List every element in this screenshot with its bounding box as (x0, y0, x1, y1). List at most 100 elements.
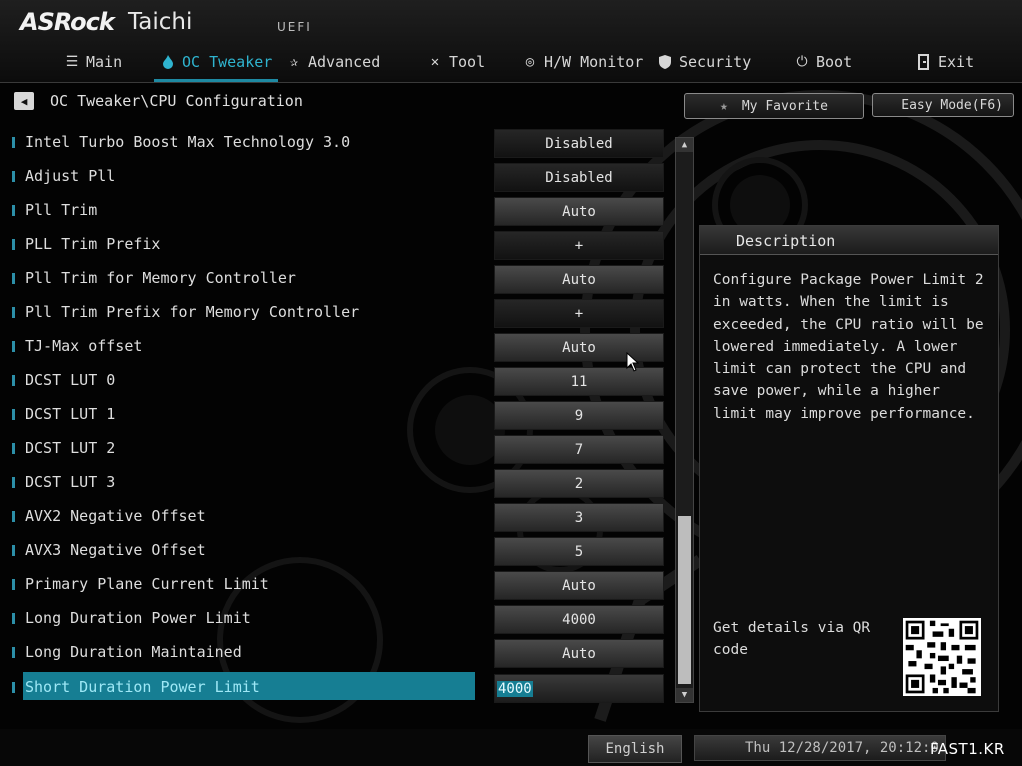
tab-exit[interactable]: Exit (916, 44, 974, 80)
mouse-cursor-icon (626, 352, 640, 372)
setting-row[interactable]: Pll Trim for Memory Controller Auto (8, 263, 668, 294)
row-marker (12, 613, 15, 624)
flame-icon (160, 54, 176, 70)
row-marker (12, 511, 15, 522)
setting-row[interactable]: DCST LUT 3 2 (8, 467, 668, 498)
setting-row[interactable]: Primary Plane Current Limit Auto (8, 569, 668, 600)
tab-tool[interactable]: ✕ Tool (427, 44, 485, 80)
row-marker (12, 375, 15, 386)
setting-row[interactable]: TJ-Max offset Auto (8, 331, 668, 362)
brand-logo: ASRock (20, 8, 115, 36)
easy-mode-button[interactable]: Easy Mode(F6) (872, 93, 1014, 117)
tab-label: Advanced (308, 53, 381, 71)
star-icon: ★ (720, 98, 728, 114)
setting-value[interactable]: 2 (494, 469, 664, 498)
setting-label: DCST LUT 1 (25, 405, 116, 423)
setting-value[interactable]: 5 (494, 537, 664, 566)
setting-value[interactable]: + (494, 231, 664, 260)
back-button[interactable]: ◀ (14, 92, 34, 110)
setting-row[interactable]: Intel Turbo Boost Max Technology 3.0 Dis… (8, 127, 668, 158)
row-marker (12, 682, 15, 693)
setting-label: AVX2 Negative Offset (25, 507, 206, 525)
datetime-display: Thu 12/28/2017, 20:12:0 (694, 735, 946, 761)
setting-row[interactable]: DCST LUT 1 9 (8, 399, 668, 430)
tab-advanced[interactable]: ✰ Advanced (286, 44, 380, 80)
description-title: Description (736, 232, 836, 250)
setting-value[interactable]: Disabled (494, 129, 664, 158)
setting-value[interactable]: Auto (494, 197, 664, 226)
breadcrumb-text: OC Tweaker\CPU Configuration (50, 92, 303, 110)
tab-label: OC Tweaker (182, 53, 273, 71)
setting-label: Pll Trim Prefix for Memory Controller (25, 303, 360, 321)
tab-label: Boot (816, 53, 853, 71)
row-marker (12, 307, 15, 318)
row-marker (12, 477, 15, 488)
setting-value[interactable]: 3 (494, 503, 664, 532)
setting-value[interactable]: Auto (494, 265, 664, 294)
setting-label: Adjust Pll (25, 167, 116, 185)
setting-value[interactable]: Auto (494, 571, 664, 600)
row-marker (12, 137, 15, 148)
setting-label: Pll Trim for Memory Controller (25, 269, 296, 287)
setting-row[interactable]: DCST LUT 0 11 (8, 365, 668, 396)
setting-label: AVX3 Negative Offset (25, 541, 206, 559)
my-favorite-label: My Favorite (741, 98, 828, 114)
tab-label: Tool (449, 53, 486, 71)
setting-label: DCST LUT 3 (25, 473, 116, 491)
setting-value[interactable]: Disabled (494, 163, 664, 192)
header-bar: ASRock Taichi UEFI ☰ Main OC Tweaker ✰ A… (0, 0, 1022, 83)
scroll-up-icon[interactable]: ▲ (676, 138, 693, 152)
row-marker (12, 239, 15, 250)
tab-label: Security (679, 53, 752, 71)
row-marker (12, 443, 15, 454)
row-marker (12, 409, 15, 420)
description-header: Description (700, 226, 998, 255)
setting-row[interactable]: PLL Trim Prefix + (8, 229, 668, 260)
setting-value[interactable]: 9 (494, 401, 664, 430)
easy-mode-label: Easy Mode(F6) (901, 97, 1003, 113)
tab-main[interactable]: ☰ Main (64, 44, 122, 80)
tools-icon: ✕ (430, 54, 440, 70)
setting-label: DCST LUT 2 (25, 439, 116, 457)
row-marker (12, 273, 15, 284)
breadcrumb: ◀ OC Tweaker\CPU Configuration (14, 90, 303, 112)
setting-row-selected[interactable]: Short Duration Power Limit 4000 (8, 672, 668, 703)
tab-security[interactable]: Security (657, 44, 751, 80)
setting-value[interactable]: 4000 (494, 605, 664, 634)
input-value-text: 4000 (497, 680, 533, 697)
setting-label: PLL Trim Prefix (25, 235, 161, 253)
tab-boot[interactable]: ⏻ Boot (794, 44, 852, 80)
tab-hw-monitor[interactable]: ◎ H/W Monitor (522, 44, 644, 80)
setting-row[interactable]: AVX2 Negative Offset 3 (8, 501, 668, 532)
setting-row[interactable]: Pll Trim Prefix for Memory Controller + (8, 297, 668, 328)
row-marker (12, 647, 15, 658)
language-button[interactable]: English (588, 735, 682, 763)
tab-oc-tweaker[interactable]: OC Tweaker (153, 44, 279, 82)
monitor-icon: ◎ (525, 54, 535, 70)
qr-code (903, 618, 981, 696)
setting-value-input[interactable]: 4000 (494, 674, 664, 703)
shield-icon (657, 54, 673, 70)
setting-value[interactable]: Auto (494, 639, 664, 668)
setting-label: TJ-Max offset (25, 337, 143, 355)
tab-label: Exit (938, 53, 975, 71)
my-favorite-button[interactable]: ★ My Favorite (684, 93, 864, 119)
model-name: Taichi (128, 9, 193, 35)
setting-row[interactable]: Long Duration Maintained Auto (8, 637, 668, 668)
tab-label: Main (86, 53, 123, 71)
setting-row[interactable]: Long Duration Power Limit 4000 (8, 603, 668, 634)
scroll-down-icon[interactable]: ▼ (676, 688, 693, 702)
qr-caption: Get details via QR code (713, 620, 871, 658)
setting-row[interactable]: Adjust Pll Disabled (8, 161, 668, 192)
setting-row[interactable]: Pll Trim Auto (8, 195, 668, 226)
setting-value[interactable]: 7 (494, 435, 664, 464)
row-marker (12, 579, 15, 590)
scroll-thumb[interactable] (678, 516, 691, 684)
settings-scrollbar[interactable]: ▲ ▼ (675, 137, 694, 703)
exit-icon (916, 54, 932, 70)
setting-label: Long Duration Maintained (25, 643, 242, 661)
setting-row[interactable]: AVX3 Negative Offset 5 (8, 535, 668, 566)
description-panel: Description Configure Package Power Limi… (699, 225, 999, 712)
setting-row[interactable]: DCST LUT 2 7 (8, 433, 668, 464)
setting-value[interactable]: + (494, 299, 664, 328)
